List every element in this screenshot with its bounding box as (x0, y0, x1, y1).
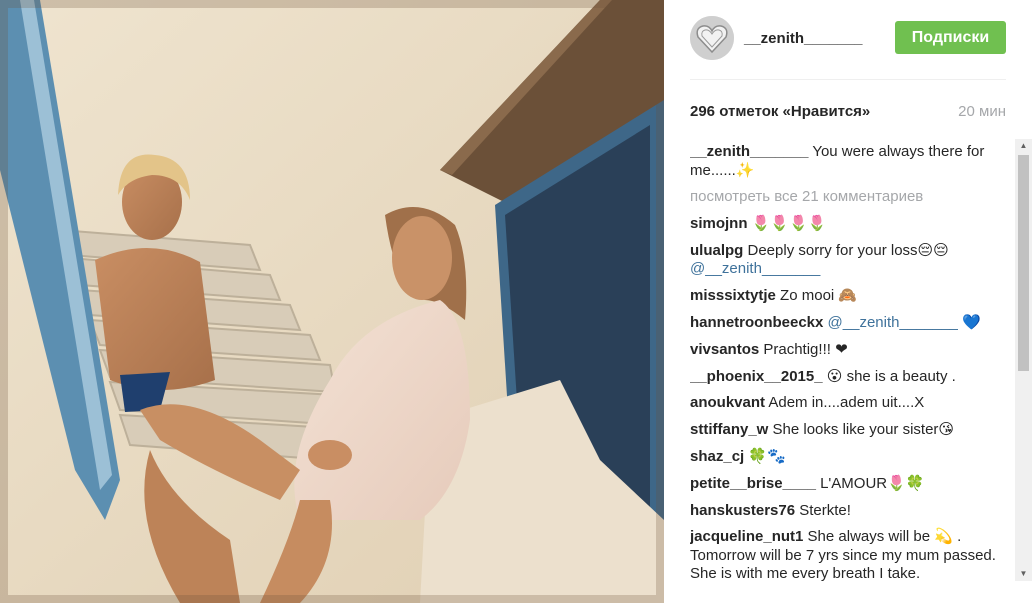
list-item: misssixtytje Zo mooi 🙈 (690, 287, 1006, 306)
comments-scrollbar[interactable]: ▲ ▼ (1015, 139, 1032, 581)
comment-text: 🌷🌷🌷🌷 (747, 215, 827, 233)
avatar[interactable] (690, 16, 734, 60)
comment-username[interactable]: ulualpg (690, 242, 743, 259)
username-link[interactable]: __zenith_______ (744, 30, 862, 47)
scroll-up-arrow-icon[interactable]: ▲ (1015, 139, 1032, 153)
list-item: __phoenix__2015_ 😮 she is a beauty . (690, 368, 1006, 387)
list-item: anoukvant Adem in....adem uit....X (690, 394, 1006, 413)
photo-illustration (0, 0, 664, 603)
post-photo[interactable] (0, 0, 664, 603)
post-stats: 296 отметок «Нравится» 20 мин (690, 103, 1006, 123)
comment-text: 😮 she is a beauty . (822, 367, 956, 385)
post-timestamp[interactable]: 20 мин (958, 103, 1006, 120)
comment-username[interactable]: petite__brise____ (690, 475, 816, 492)
comment-username[interactable]: shaz_cj (690, 448, 744, 465)
comment-username[interactable]: __phoenix__2015_ (690, 368, 823, 385)
comment-username[interactable]: jacqueline_nut1 (690, 528, 803, 545)
comment-username[interactable]: __zenith_______ (690, 143, 808, 160)
comment-text: Deeply sorry for your loss😔😔 (743, 241, 949, 259)
comment-username[interactable]: anoukvant (690, 394, 765, 411)
comment-text: L'AMOUR🌷🍀 (815, 474, 925, 492)
list-item: simojnn 🌷🌷🌷🌷 (690, 215, 1006, 234)
list-item: hannetroonbeeckx @__zenith_______ 💙 (690, 314, 1006, 333)
list-item: vivsantos Prachtig!!! ❤ (690, 341, 1006, 360)
comment-username[interactable]: sttiffany_w (690, 421, 768, 438)
post-sidebar: __zenith_______ Подписки 296 отметок «Нр… (664, 0, 1032, 603)
comment-username[interactable]: misssixtytje (690, 287, 776, 304)
scroll-down-arrow-icon[interactable]: ▼ (1015, 567, 1032, 581)
comment-text: Adem in....adem uit....X (765, 394, 925, 412)
comment-text: She looks like your sister😘 (768, 421, 955, 439)
list-item: petite__brise____ L'AMOUR🌷🍀 (690, 475, 1006, 494)
scrollbar-thumb[interactable] (1018, 155, 1029, 371)
comment-username[interactable]: hannetroonbeeckx (690, 314, 823, 331)
list-item: hanskusters76 Sterkte! (690, 502, 1006, 521)
comment-text-suffix: 💙 (957, 313, 981, 331)
caption: __zenith_______ You were always there fo… (690, 143, 1006, 180)
comment-username[interactable]: vivsantos (690, 341, 759, 358)
post-header: __zenith_______ Подписки (690, 14, 1006, 80)
list-item: ulualpg Deeply sorry for your loss😔😔 @__… (690, 242, 1006, 279)
comment-username[interactable]: simojnn (690, 215, 748, 232)
comment-text: Sterkte! (795, 501, 851, 519)
comment-text: 🍀🐾 (744, 447, 786, 465)
comment-text: Prachtig!!! ❤ (759, 340, 848, 358)
heart-necklace-icon (690, 16, 734, 60)
mention-link[interactable]: @__zenith_______ (828, 314, 958, 331)
mention-link[interactable]: @__zenith_______ (690, 260, 820, 277)
comment-username[interactable]: hanskusters76 (690, 502, 795, 519)
list-item: sttiffany_w She looks like your sister😘 (690, 421, 1006, 440)
load-more-comments-link[interactable]: посмотреть все 21 комментариев (690, 188, 1006, 207)
list-item: shaz_cj 🍀🐾 (690, 448, 1006, 467)
list-item: jacqueline_nut1 She always will be 💫 . T… (690, 528, 1006, 581)
likes-count[interactable]: 296 отметок «Нравится» (690, 103, 870, 120)
comment-text: Zo mooi 🙈 (775, 287, 858, 305)
comments-list[interactable]: __zenith_______ You were always there fo… (690, 143, 1006, 581)
follow-button[interactable]: Подписки (895, 21, 1006, 54)
